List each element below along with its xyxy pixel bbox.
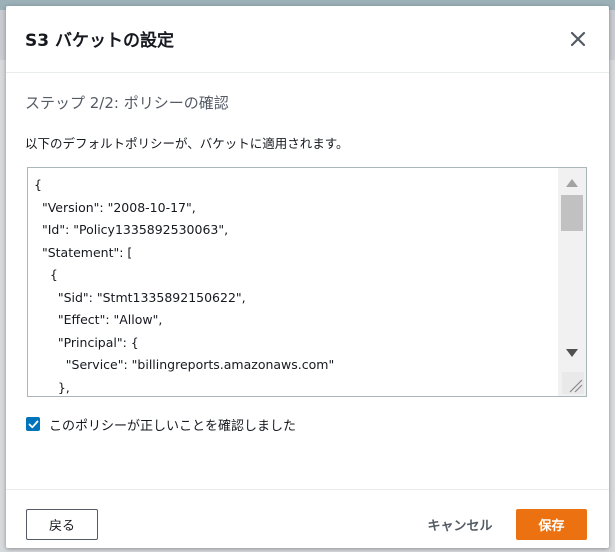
modal-title: S3 バケットの設定 [25, 31, 174, 51]
scroll-down-icon[interactable] [565, 348, 579, 360]
modal-footer: 戻る キャンセル 保存 [6, 489, 609, 548]
confirm-policy-row[interactable]: このポリシーが正しいことを確認しました [26, 414, 296, 434]
scroll-up-icon[interactable] [565, 176, 579, 188]
cancel-button[interactable]: キャンセル [416, 509, 504, 540]
close-icon [570, 31, 586, 47]
policy-scrollbar[interactable] [558, 168, 586, 396]
scrollbar-thumb[interactable] [561, 195, 583, 231]
check-icon [28, 420, 38, 428]
resize-grip-icon[interactable] [562, 372, 584, 394]
step-title: ステップ 2/2: ポリシーの確認 [25, 94, 229, 112]
confirm-policy-checkbox[interactable] [26, 417, 40, 431]
back-button[interactable]: 戻る [26, 509, 98, 540]
policy-json-text: { "Version": "2008-10-17", "Id": "Policy… [34, 177, 335, 395]
policy-description: 以下のデフォルトポリシーが、バケットに適用されます。 [25, 136, 349, 151]
close-button[interactable] [569, 30, 587, 48]
policy-textarea[interactable]: { "Version": "2008-10-17", "Id": "Policy… [27, 167, 587, 397]
bucket-settings-modal: S3 バケットの設定 ステップ 2/2: ポリシーの確認 以下のデフォルトポリシ… [6, 6, 609, 548]
confirm-policy-label[interactable]: このポリシーが正しいことを確認しました [49, 415, 296, 434]
save-button[interactable]: 保存 [516, 509, 587, 540]
modal-header: S3 バケットの設定 [6, 6, 609, 73]
